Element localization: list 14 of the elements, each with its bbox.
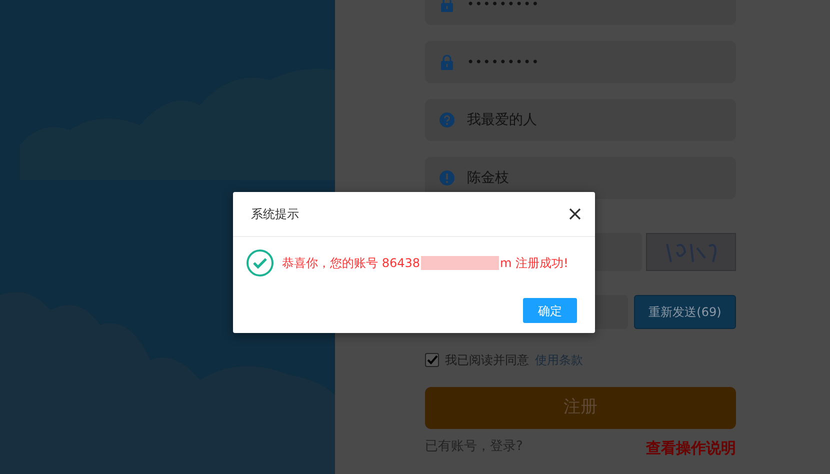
close-icon[interactable] xyxy=(569,208,581,220)
input-field[interactable]: ••••••••• xyxy=(425,0,736,25)
checkbox[interactable] xyxy=(425,353,439,367)
exclamation-icon xyxy=(439,170,455,186)
lock-icon xyxy=(439,54,455,70)
success-check-icon xyxy=(246,249,274,277)
confirm-button[interactable]: 确定 xyxy=(523,298,577,323)
question-icon xyxy=(439,112,455,128)
lock-icon xyxy=(439,0,455,12)
resend-button[interactable]: 重新发送(69) xyxy=(634,295,736,329)
input-field[interactable]: ••••••••• xyxy=(425,41,736,83)
dialog-title: 系统提示 xyxy=(251,206,299,223)
help-link[interactable]: 查看操作说明 xyxy=(646,437,736,460)
success-message: 恭喜你，您的账号 86438 m 注册成功! xyxy=(282,255,568,272)
